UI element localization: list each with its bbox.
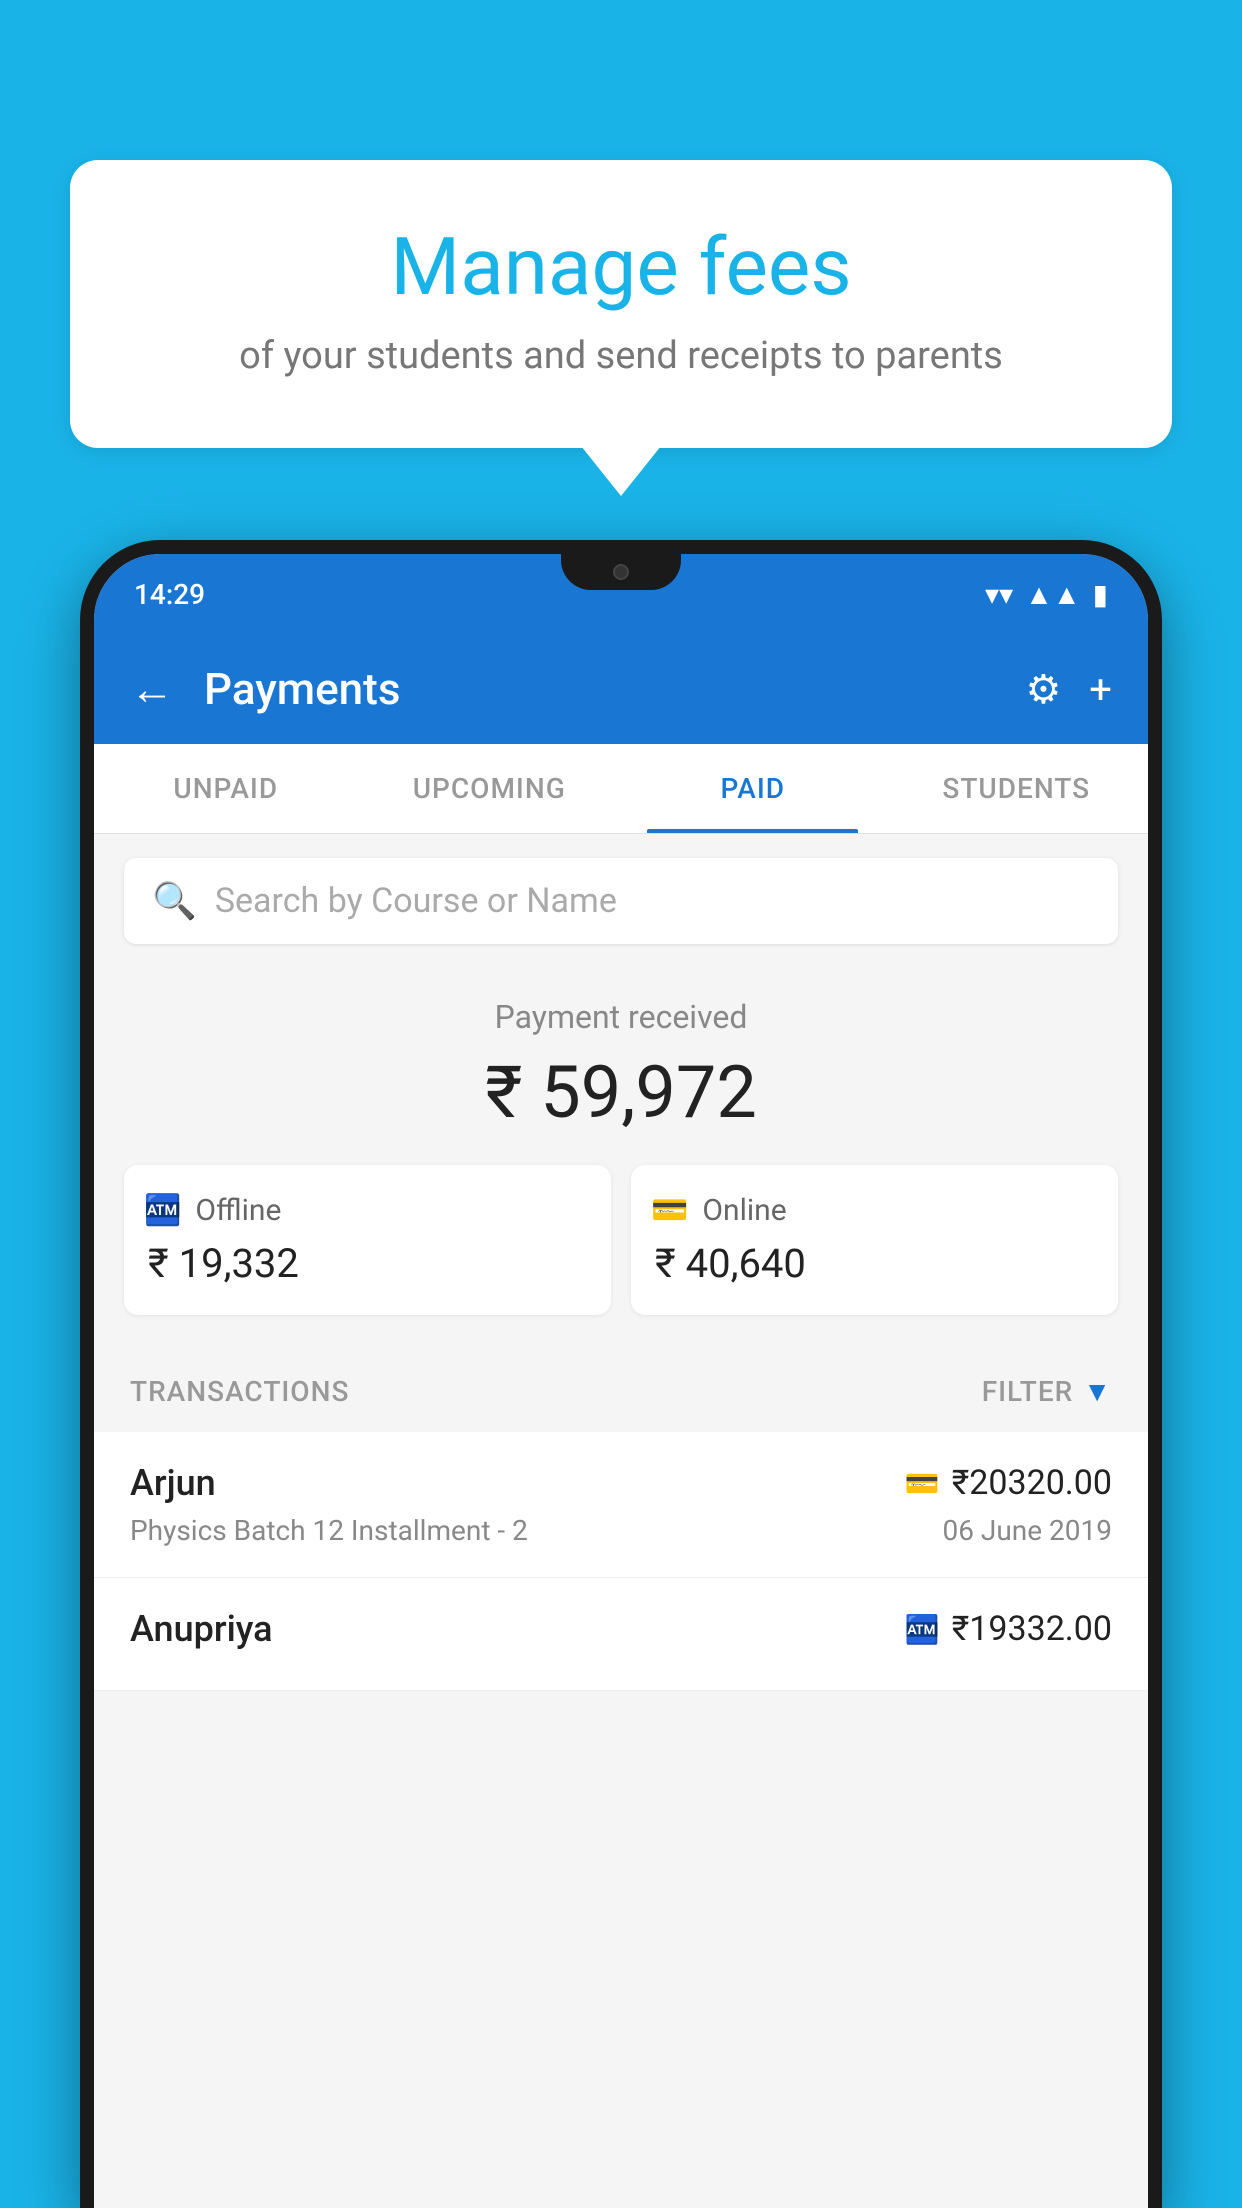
online-label: Online	[702, 1193, 786, 1228]
tab-upcoming[interactable]: UPCOMING	[358, 744, 622, 833]
transaction-amount: ₹19332.00	[952, 1609, 1112, 1649]
status-icons: ▾▾ ▲▲ ▮	[985, 578, 1108, 611]
transaction-list: Arjun 💳 ₹20320.00 Physics Batch 12 Insta…	[94, 1432, 1148, 1691]
tab-unpaid[interactable]: UNPAID	[94, 744, 358, 833]
transaction-top: Arjun 💳 ₹20320.00	[130, 1462, 1112, 1504]
payment-summary: Payment received ₹ 59,972 🏧 Offline ₹ 19…	[94, 968, 1148, 1351]
payment-cards: 🏧 Offline ₹ 19,332 💳 Online ₹ 40,640	[124, 1165, 1118, 1315]
search-box[interactable]: 🔍 Search by Course or Name	[124, 858, 1118, 944]
filter-icon: ▼	[1083, 1375, 1112, 1408]
signal-icon: ▲▲	[1025, 578, 1080, 611]
online-amount: ₹ 40,640	[651, 1240, 1098, 1287]
search-icon: 🔍	[152, 880, 197, 922]
bubble-subtitle: of your students and send receipts to pa…	[130, 334, 1112, 378]
transaction-bottom: Physics Batch 12 Installment - 2 06 June…	[130, 1514, 1112, 1547]
tab-students[interactable]: STUDENTS	[885, 744, 1149, 833]
back-button[interactable]: ←	[130, 667, 174, 711]
phone-frame: 14:29 ▾▾ ▲▲ ▮ ← Payments ⚙ + UNPAID UPCO…	[80, 540, 1162, 2208]
transactions-label: TRANSACTIONS	[130, 1375, 349, 1408]
speech-bubble: Manage fees of your students and send re…	[70, 160, 1172, 448]
status-time: 14:29	[134, 578, 205, 611]
app-bar: ← Payments ⚙ +	[94, 634, 1148, 744]
table-row[interactable]: Anupriya 🏧 ₹19332.00	[94, 1578, 1148, 1691]
course-name: Physics Batch 12 Installment - 2	[130, 1514, 528, 1547]
search-input[interactable]: Search by Course or Name	[215, 881, 617, 921]
amount-wrap: 🏧 ₹19332.00	[905, 1609, 1112, 1649]
student-name: Anupriya	[130, 1608, 273, 1650]
app-bar-actions: ⚙ +	[1025, 666, 1112, 713]
tab-paid[interactable]: PAID	[621, 744, 885, 833]
status-bar: 14:29 ▾▾ ▲▲ ▮	[94, 554, 1148, 634]
online-card: 💳 Online ₹ 40,640	[631, 1165, 1118, 1315]
table-row[interactable]: Arjun 💳 ₹20320.00 Physics Batch 12 Insta…	[94, 1432, 1148, 1578]
transaction-date: 06 June 2019	[942, 1514, 1112, 1547]
offline-amount: ₹ 19,332	[144, 1240, 591, 1287]
offline-card: 🏧 Offline ₹ 19,332	[124, 1165, 611, 1315]
filter-button[interactable]: FILTER ▼	[982, 1375, 1112, 1408]
wifi-icon: ▾▾	[985, 578, 1013, 611]
add-button[interactable]: +	[1089, 666, 1112, 713]
search-area: 🔍 Search by Course or Name	[94, 834, 1148, 968]
filter-label: FILTER	[982, 1375, 1074, 1408]
payment-received-label: Payment received	[124, 998, 1118, 1036]
camera	[613, 564, 629, 580]
bubble-title: Manage fees	[130, 220, 1112, 314]
cash-payment-icon: 🏧	[905, 1613, 940, 1646]
battery-icon: ▮	[1093, 578, 1108, 611]
amount-wrap: 💳 ₹20320.00	[905, 1463, 1112, 1503]
phone-inner: 14:29 ▾▾ ▲▲ ▮ ← Payments ⚙ + UNPAID UPCO…	[94, 554, 1148, 2208]
offline-card-header: 🏧 Offline	[144, 1193, 591, 1228]
tabs-bar: UNPAID UPCOMING PAID STUDENTS	[94, 744, 1148, 834]
page-title: Payments	[204, 663, 995, 715]
online-icon: 💳	[651, 1193, 688, 1228]
transaction-amount: ₹20320.00	[952, 1463, 1112, 1503]
transaction-top: Anupriya 🏧 ₹19332.00	[130, 1608, 1112, 1650]
transactions-header: TRANSACTIONS FILTER ▼	[94, 1351, 1148, 1432]
notch-cutout	[561, 554, 681, 590]
offline-label: Offline	[195, 1193, 281, 1228]
offline-icon: 🏧	[144, 1193, 181, 1228]
online-card-header: 💳 Online	[651, 1193, 1098, 1228]
settings-button[interactable]: ⚙	[1025, 666, 1061, 713]
payment-total-amount: ₹ 59,972	[124, 1050, 1118, 1135]
card-payment-icon: 💳	[905, 1467, 940, 1500]
student-name: Arjun	[130, 1462, 216, 1504]
